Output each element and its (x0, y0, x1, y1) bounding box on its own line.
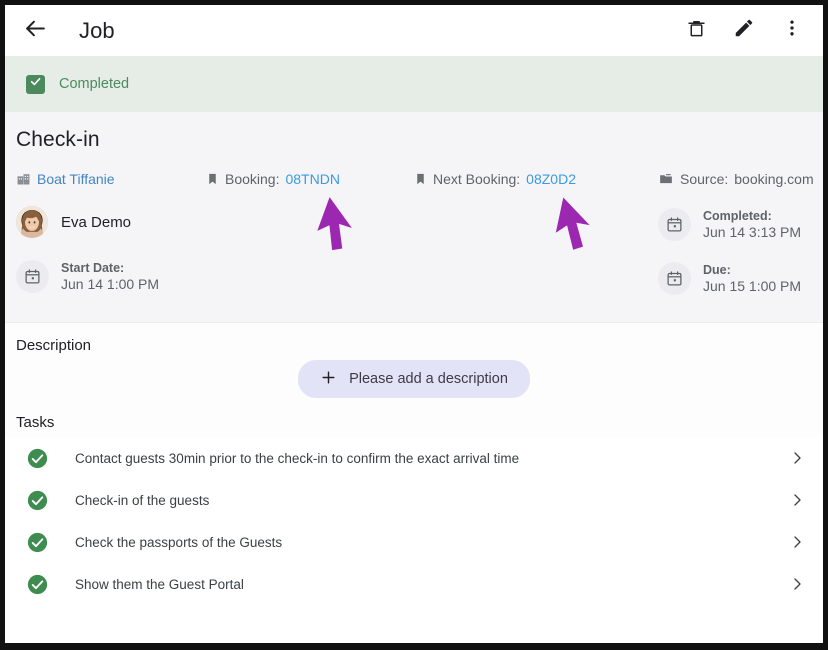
chevron-right-icon[interactable] (789, 576, 805, 592)
source-label: Source: (680, 171, 728, 187)
next-booking-field[interactable]: Next Booking: 08Z0D2 (414, 171, 658, 187)
booking-code[interactable]: 08TNDN (285, 171, 339, 187)
chevron-right-icon[interactable] (789, 534, 805, 550)
plus-icon (320, 369, 337, 389)
tasks-heading: Tasks (5, 400, 823, 431)
task-check-icon[interactable] (27, 574, 48, 595)
due-date-value: Jun 15 1:00 PM (703, 278, 801, 294)
task-row[interactable]: Show them the Guest Portal (5, 563, 823, 605)
page-title: Job (79, 18, 115, 44)
booking-field[interactable]: Booking: 08TNDN (206, 171, 414, 187)
due-date-field: Due: Jun 15 1:00 PM (658, 256, 817, 300)
folder-icon (658, 172, 674, 186)
task-check-icon[interactable] (27, 490, 48, 511)
start-date-value: Jun 14 1:00 PM (61, 276, 159, 292)
task-list: Contact guests 30min prior to the check-… (5, 437, 823, 605)
job-meta-row: Boat Tiffanie Booking: 08TNDN (5, 168, 823, 190)
check-icon (29, 75, 42, 93)
next-booking-code[interactable]: 08Z0D2 (526, 171, 576, 187)
due-date-label: Due: (703, 263, 801, 277)
calendar-icon (658, 208, 691, 241)
due-date-text: Due: Jun 15 1:00 PM (703, 263, 801, 294)
property-link[interactable]: Boat Tiffanie (16, 171, 206, 187)
job-detail-left-column: Eva Demo (16, 202, 658, 300)
job-detail-right-column: Completed: Jun 14 3:13 PM (658, 202, 817, 300)
assignee-name: Eva Demo (61, 214, 131, 231)
property-name: Boat Tiffanie (37, 171, 115, 187)
start-date-label: Start Date: (61, 261, 159, 275)
app-bar: Job (5, 5, 823, 56)
assignee[interactable]: Eva Demo (16, 202, 658, 242)
next-booking-label: Next Booking: (433, 171, 520, 187)
add-description-label: Please add a description (349, 371, 508, 387)
description-section: Description Please add a description Tas… (5, 322, 823, 605)
trash-icon (686, 18, 707, 44)
start-date-text: Start Date: Jun 14 1:00 PM (61, 261, 159, 292)
completed-date-field: Completed: Jun 14 3:13 PM (658, 202, 817, 246)
source-value: booking.com (734, 171, 813, 187)
screenshot-frame: Job (0, 0, 828, 650)
task-label: Contact guests 30min prior to the check-… (75, 451, 789, 466)
add-description-button[interactable]: Please add a description (298, 360, 530, 398)
bookmark-icon (414, 172, 427, 186)
bookmark-icon (206, 172, 219, 186)
building-icon (16, 172, 31, 187)
job-name: Check-in (5, 128, 823, 152)
job-detail-lower: Eva Demo (5, 202, 823, 300)
completed-date-value: Jun 14 3:13 PM (703, 224, 801, 240)
app-screen: Job (5, 5, 823, 643)
task-row[interactable]: Contact guests 30min prior to the check-… (5, 437, 823, 479)
delete-button[interactable] (681, 16, 711, 46)
status-checkbox[interactable] (26, 75, 45, 94)
avatar (16, 206, 48, 238)
back-button[interactable] (15, 11, 55, 51)
chevron-right-icon[interactable] (789, 450, 805, 466)
appbar-actions (681, 16, 807, 46)
task-row[interactable]: Check-in of the guests (5, 479, 823, 521)
status-badge: Completed (59, 76, 129, 92)
edit-button[interactable] (729, 16, 759, 46)
completed-date-text: Completed: Jun 14 3:13 PM (703, 209, 801, 240)
start-date-field: Start Date: Jun 14 1:00 PM (16, 254, 658, 298)
more-vert-icon (782, 18, 802, 43)
task-check-icon[interactable] (27, 448, 48, 469)
pencil-icon (733, 17, 755, 44)
task-check-icon[interactable] (27, 532, 48, 553)
task-label: Show them the Guest Portal (75, 577, 789, 592)
completed-date-label: Completed: (703, 209, 801, 223)
overflow-menu-button[interactable] (777, 16, 807, 46)
task-label: Check the passports of the Guests (75, 535, 789, 550)
status-banner: Completed (5, 56, 823, 112)
job-detail-card: Check-in (5, 112, 823, 322)
arrow-left-icon (23, 16, 48, 46)
task-label: Check-in of the guests (75, 493, 789, 508)
calendar-icon (658, 262, 691, 295)
booking-label: Booking: (225, 171, 279, 187)
source-field: Source: booking.com (658, 171, 817, 187)
task-row[interactable]: Check the passports of the Guests (5, 521, 823, 563)
description-heading: Description (5, 323, 823, 354)
description-body: Please add a description (5, 354, 823, 400)
chevron-right-icon[interactable] (789, 492, 805, 508)
calendar-icon (16, 260, 49, 293)
